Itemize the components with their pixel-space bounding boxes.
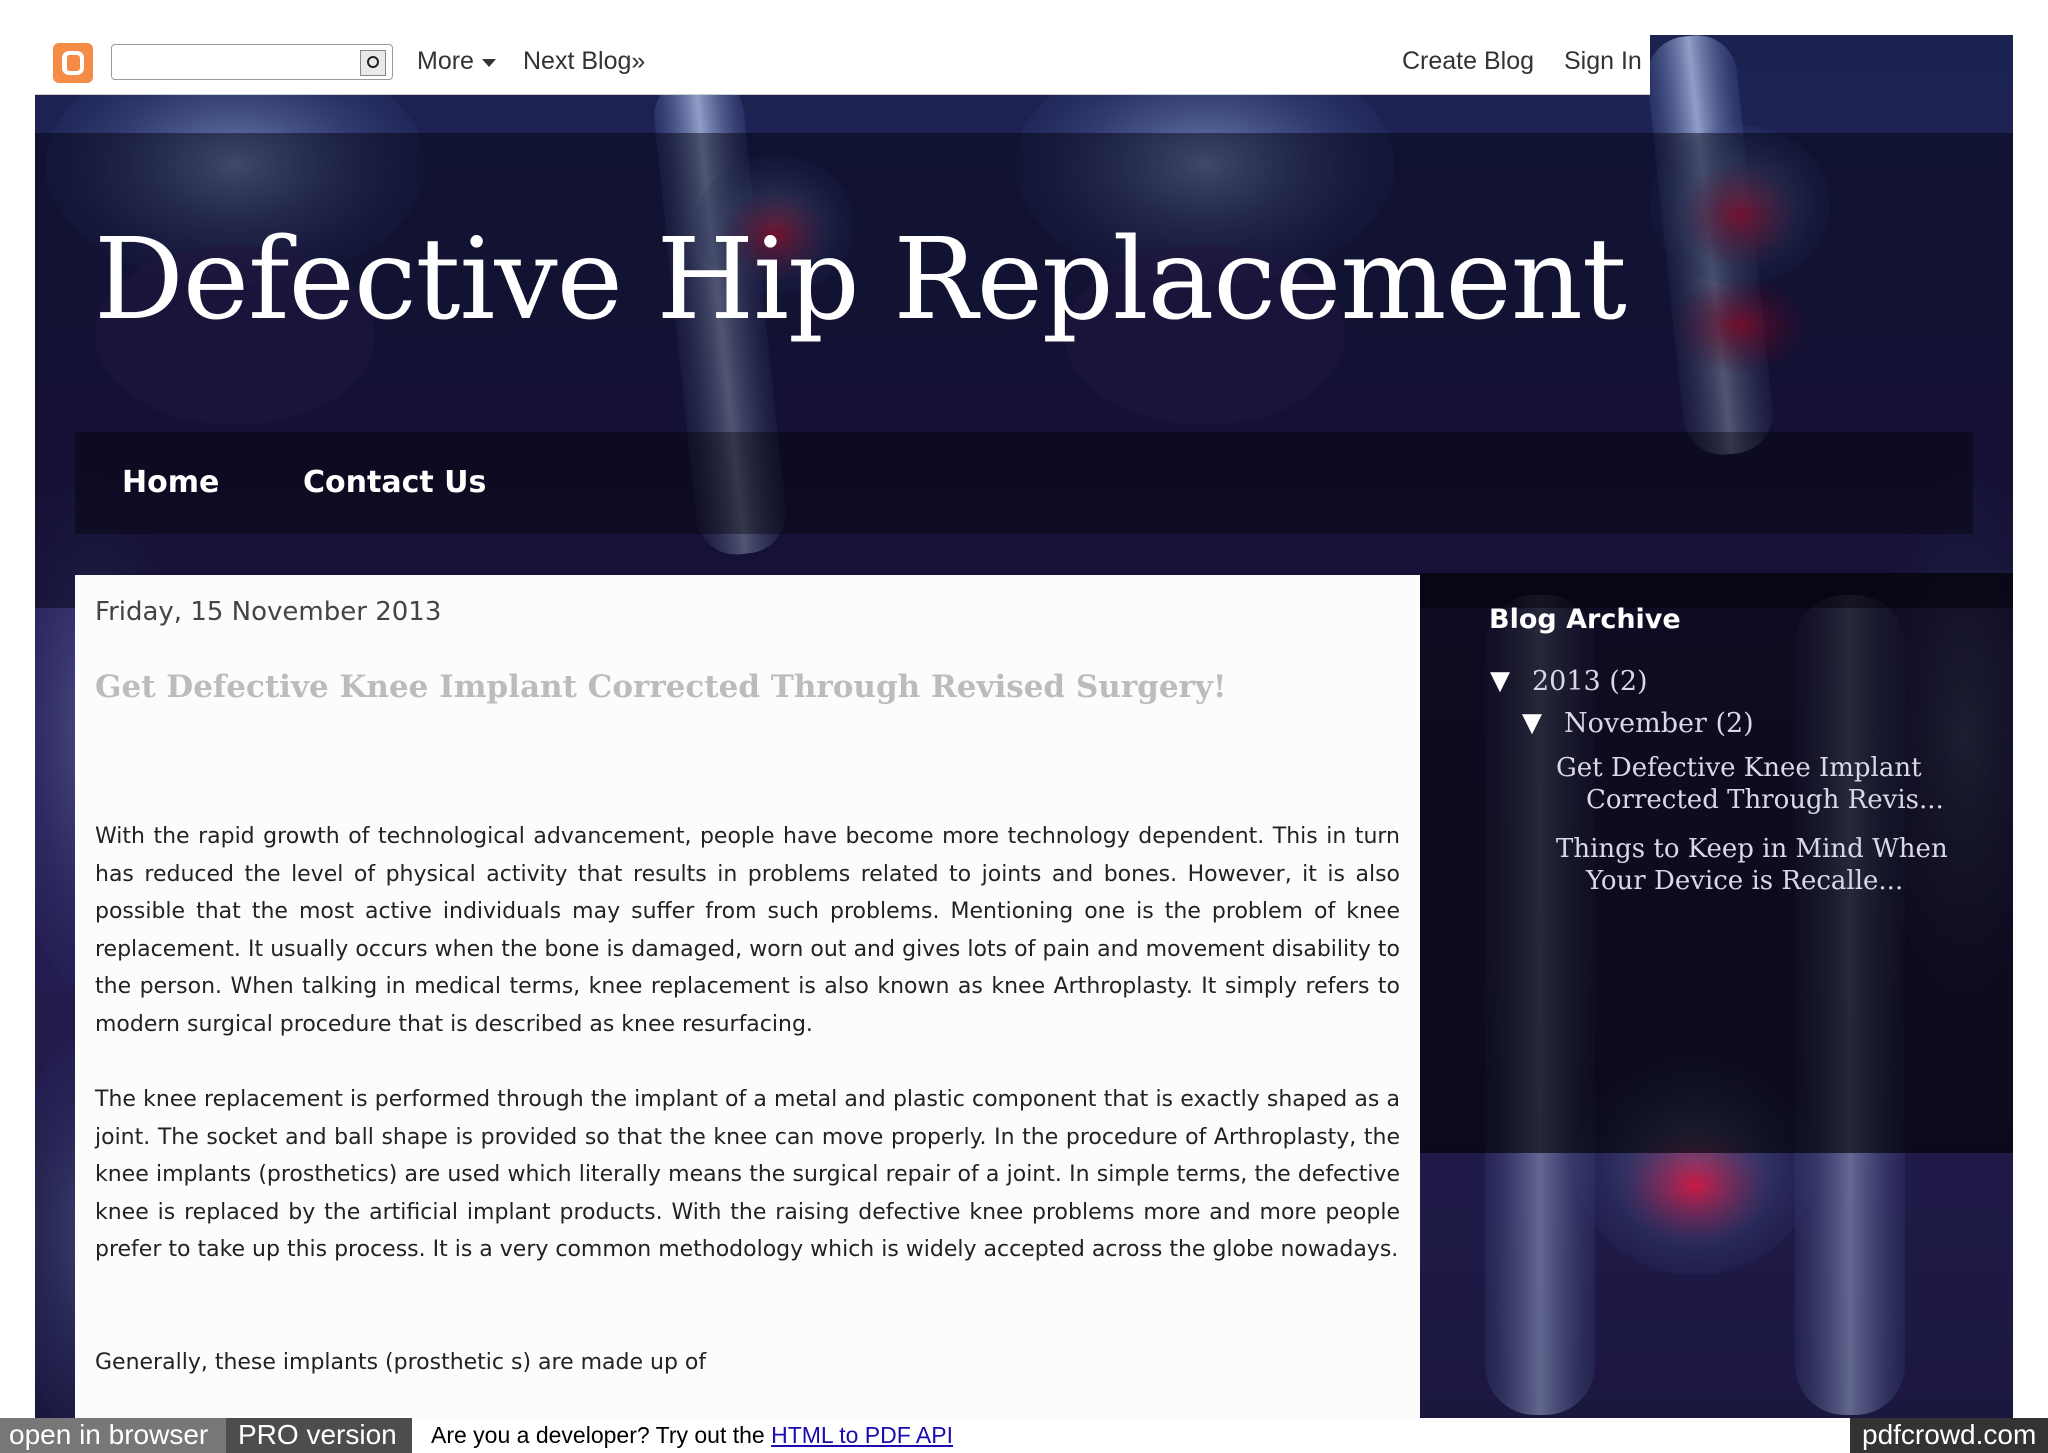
tab-contact-us[interactable]: Contact Us	[303, 465, 486, 500]
post-title[interactable]: Get Defective Knee Implant Corrected Thr…	[95, 669, 1227, 705]
blogger-icon[interactable]	[53, 43, 93, 83]
more-menu[interactable]: More	[417, 47, 474, 76]
create-blog-link[interactable]: Create Blog	[1402, 47, 1534, 76]
post-main: Friday, 15 November 2013 Get Defective K…	[75, 575, 1420, 1418]
triangle-down-icon[interactable]: ▼	[1490, 666, 1510, 696]
archive-year-link[interactable]: 2013 (2)	[1532, 666, 1648, 697]
next-blog-link[interactable]: Next Blog»	[523, 47, 645, 76]
pro-version-button[interactable]: PRO version	[226, 1418, 412, 1453]
caret-down-icon[interactable]	[482, 59, 496, 67]
open-in-browser-button[interactable]: open in browser	[0, 1418, 226, 1453]
search-icon[interactable]	[360, 50, 386, 76]
triangle-down-icon[interactable]: ▼	[1522, 708, 1542, 738]
archive-post-link[interactable]: Get Defective Knee Implant Corrected Thr…	[1556, 752, 1956, 816]
header-overlay	[35, 133, 2013, 608]
post-paragraph: Generally, these implants (prosthetic s)…	[95, 1350, 707, 1375]
archive-month-link[interactable]: November (2)	[1564, 708, 1754, 739]
archive-post-link[interactable]: Things to Keep in Mind When Your Device …	[1556, 833, 1956, 897]
tab-home[interactable]: Home	[122, 465, 219, 500]
developer-promo-text: Are you a developer? Try out the	[431, 1422, 772, 1448]
sign-in-link[interactable]: Sign In	[1564, 47, 1642, 76]
pdfcrowd-brand[interactable]: pdfcrowd.com	[1850, 1418, 2048, 1453]
html-to-pdf-api-link[interactable]: HTML to PDF API	[771, 1422, 953, 1448]
blogger-navbar: More Next Blog» Create Blog Sign In	[35, 35, 1650, 95]
blog-archive-heading: Blog Archive	[1489, 604, 1681, 635]
post-paragraph: With the rapid growth of technological a…	[95, 824, 1400, 1037]
post-paragraph: The knee replacement is performed throug…	[95, 1087, 1400, 1263]
blog-title[interactable]: Defective Hip Replacement	[94, 215, 1627, 345]
post-date: Friday, 15 November 2013	[95, 597, 442, 627]
page-tabs: Home Contact Us	[75, 432, 1973, 534]
navbar-search-box	[111, 44, 393, 80]
navbar-search-input[interactable]	[116, 48, 346, 76]
developer-promo: Are you a developer? Try out the HTML to…	[431, 1422, 953, 1449]
